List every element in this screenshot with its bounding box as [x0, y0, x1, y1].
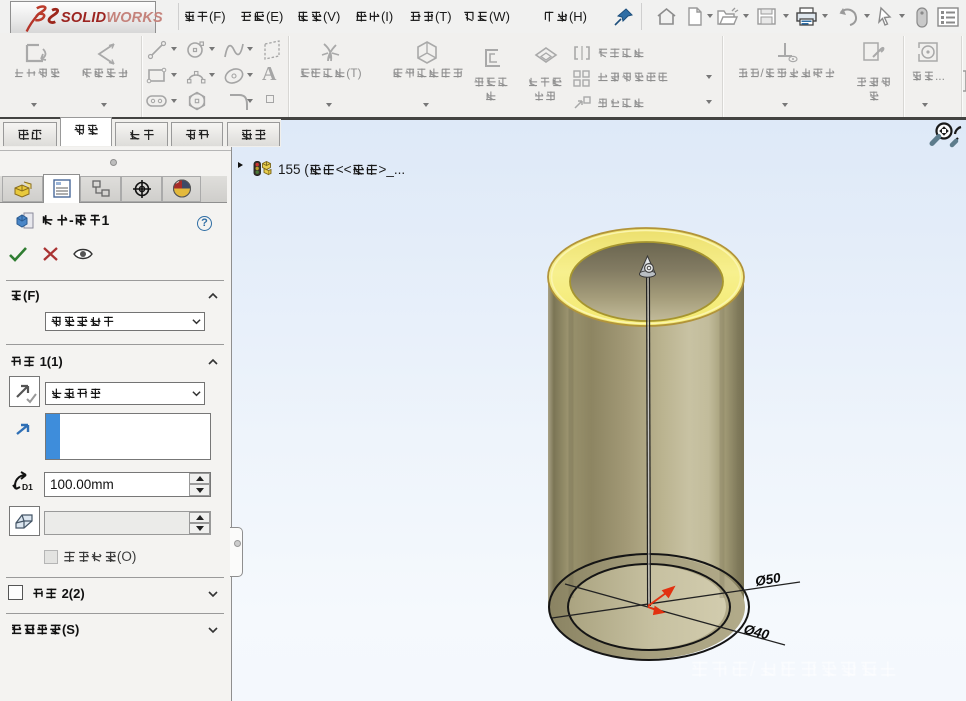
svg-text:Ø50: Ø50 — [754, 570, 782, 589]
svg-text:D1: D1 — [22, 482, 33, 492]
svg-text:Ø40: Ø40 — [742, 621, 771, 642]
